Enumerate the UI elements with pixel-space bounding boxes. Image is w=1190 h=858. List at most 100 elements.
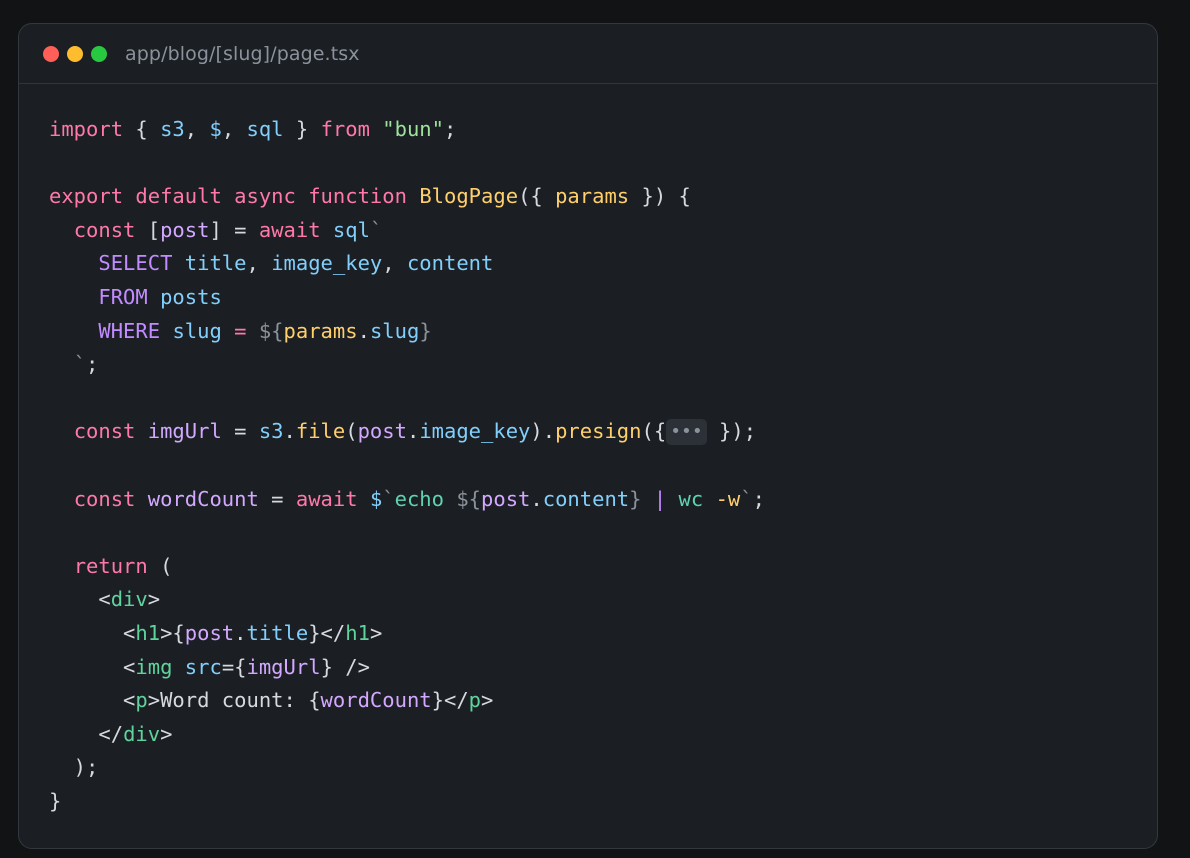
code-line: return ( — [49, 550, 765, 584]
code-token: ). — [530, 419, 556, 444]
code-token: title — [184, 251, 247, 276]
code-line: SELECT title, image_key, content — [49, 247, 765, 281]
code-token: ; — [86, 352, 99, 377]
code-token: Word count: — [160, 688, 309, 713]
code-token: slug — [369, 318, 420, 343]
code-token: { — [308, 688, 321, 713]
code-token: content — [542, 486, 630, 511]
code-token: < — [49, 654, 136, 679]
code-token: > — [147, 688, 161, 713]
code-token: img — [135, 654, 173, 679]
code-token: from — [320, 117, 370, 141]
code-token: > — [160, 721, 173, 746]
code-token: sql — [246, 117, 284, 141]
code-token: const — [73, 419, 136, 444]
code-token: post — [481, 486, 531, 511]
code-token: }) { — [629, 184, 691, 209]
code-token: echo — [394, 486, 444, 511]
code-token: return — [73, 553, 148, 578]
code-token: ; — [444, 117, 457, 141]
window-controls — [43, 45, 107, 62]
code-token: > — [481, 688, 494, 713]
code-token: } — [49, 788, 62, 813]
code-token: } /> — [320, 654, 370, 679]
code-token: image_key — [271, 251, 383, 276]
code-editor[interactable]: import { s3, $, sql } from "bun"; export … — [49, 113, 765, 818]
code-token: . — [406, 419, 420, 444]
code-token: div — [110, 587, 148, 612]
folded-code-toggle[interactable]: ••• — [666, 419, 707, 446]
code-token: | — [653, 486, 667, 511]
code-token: wc — [678, 486, 704, 511]
code-token: default — [135, 184, 222, 209]
code-token: title — [246, 620, 309, 645]
code-token: $ — [209, 117, 222, 141]
maximize-button[interactable] — [91, 45, 107, 62]
code-token: posts — [160, 284, 222, 309]
code-token: < — [49, 620, 136, 645]
code-line: const wordCount = await $`echo ${post.co… — [49, 483, 765, 517]
code-token: s3 — [160, 117, 185, 141]
code-line: const imgUrl = s3.file(post.image_key).p… — [49, 415, 765, 449]
code-token: . — [234, 620, 247, 645]
code-token: file — [295, 419, 346, 444]
code-token: < — [49, 587, 111, 612]
code-token: } — [629, 486, 642, 511]
code-token: params — [555, 184, 630, 209]
code-token: function — [308, 184, 407, 209]
code-token: h1 — [345, 620, 370, 645]
code-token: src — [184, 654, 222, 679]
code-token: ={ — [221, 654, 247, 679]
code-token: ({ — [641, 419, 667, 444]
code-token: ` — [382, 486, 395, 511]
code-line: WHERE slug = ${params.slug} — [49, 315, 765, 349]
file-path-title: app/blog/[slug]/page.tsx — [125, 42, 360, 65]
code-token: h1 — [135, 620, 161, 645]
minimize-button[interactable] — [67, 45, 83, 62]
code-token: } — [419, 318, 432, 343]
code-token: , — [221, 117, 247, 141]
code-token: sql — [332, 217, 370, 242]
code-token: -w — [715, 486, 741, 511]
code-token: ; — [752, 486, 765, 511]
close-button[interactable] — [43, 45, 59, 62]
code-line: FROM posts — [49, 281, 765, 315]
code-line: <div> — [49, 583, 765, 617]
code-token: ); — [49, 755, 99, 780]
code-token: const — [73, 486, 136, 511]
code-token: . — [283, 419, 296, 444]
window-titlebar: app/blog/[slug]/page.tsx — [19, 24, 1157, 84]
code-token: }</ — [431, 688, 469, 713]
code-token: s3 — [258, 419, 284, 444]
code-token: post — [184, 620, 235, 645]
code-token: ` — [740, 486, 753, 511]
code-token: await — [295, 486, 358, 511]
code-token: }); — [706, 419, 757, 444]
code-token: content — [406, 251, 494, 276]
code-token: const — [73, 217, 136, 242]
code-token: >{ — [160, 620, 185, 645]
code-token: post — [160, 217, 210, 242]
